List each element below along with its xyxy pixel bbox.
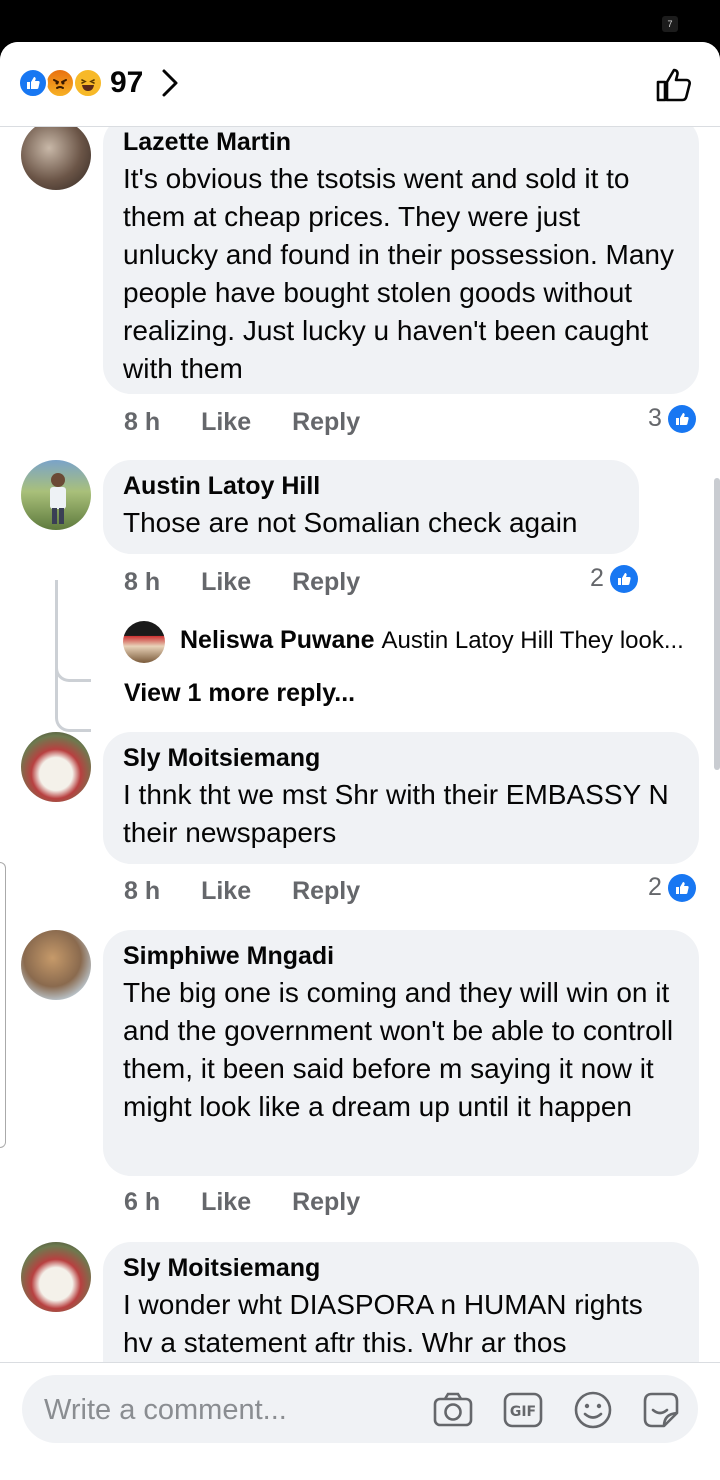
haha-icon[interactable] [73,68,103,98]
status-badge: 7 [662,16,678,32]
comment-bubble: Austin Latoy Hill Those are not Somalian… [103,460,639,554]
comment-text: It's obvious the tsotsis went and sold i… [123,163,674,384]
comment-like-count[interactable]: 3 [648,404,696,433]
comment-text: I thnk tht we mst Shr with their EMBASSY… [123,779,669,848]
comment-author[interactable]: Simphiwe Mngadi [123,940,679,972]
comment-text: I wonder wht DIASPORA n HUMAN rights hv … [123,1289,643,1358]
reply-avatar[interactable] [123,621,165,663]
like-icon [667,873,696,902]
view-more-replies-link[interactable]: View 1 more reply... [124,679,355,708]
reply-button[interactable]: Reply [292,408,360,436]
like-icon [609,564,638,593]
like-button[interactable]: Like [201,568,251,596]
like-button[interactable]: Like [201,408,251,436]
comment-time: 8 h [124,877,161,905]
side-handle[interactable] [0,862,6,1148]
comment-author[interactable]: Sly Moitsiemang [123,1252,679,1284]
comment-actions: 8 h Like Reply [124,877,394,906]
comment-author[interactable]: Austin Latoy Hill [123,470,619,502]
comment-time: 6 h [124,1188,161,1216]
sticker-icon[interactable] [640,1389,682,1431]
comment-author[interactable]: Lazette Martin [123,126,679,158]
comment-actions: 8 h Like Reply [124,408,394,437]
comment-composer[interactable]: GIF [22,1375,698,1443]
comments-sheet: Lazette Martin It's obvious the tsotsis … [0,42,720,1480]
comment-bubble: Simphiwe Mngadi The big one is coming an… [103,930,699,1176]
like-count-value: 2 [590,564,604,592]
avatar[interactable] [21,460,91,530]
comment-like-count[interactable]: 2 [590,564,638,593]
like-button[interactable]: Like [201,1188,251,1216]
avatar[interactable] [21,930,91,1000]
comment-like-count[interactable]: 2 [648,873,696,902]
reply-button[interactable]: Reply [292,1188,360,1216]
reply-author[interactable]: Neliswa Puwane [180,626,375,654]
like-icon[interactable] [654,64,694,104]
like-icon[interactable] [18,68,48,98]
comment-bubble: Lazette Martin It's obvious the tsotsis … [103,116,699,394]
status-bar: 7 [0,0,720,44]
gif-icon[interactable]: GIF [502,1389,544,1431]
like-count-value: 3 [648,404,662,432]
like-icon [667,404,696,433]
comment-actions: 8 h Like Reply [124,568,394,597]
reply-button[interactable]: Reply [292,568,360,596]
comment-author[interactable]: Sly Moitsiemang [123,742,679,774]
like-count-value: 2 [648,873,662,901]
comment-bubble: Sly Moitsiemang I thnk tht we mst Shr wi… [103,732,699,864]
reactions-header: 97 [0,42,720,127]
comment-time: 8 h [124,568,161,596]
like-button[interactable]: Like [201,877,251,905]
comment-time: 8 h [124,408,161,436]
comment-input[interactable] [42,1391,406,1429]
reply-preview[interactable]: Neliswa Puwane Austin Latoy Hill They lo… [180,626,684,655]
avatar[interactable] [21,732,91,802]
reaction-count[interactable]: 97 [110,66,143,100]
svg-text:GIF: GIF [510,1404,536,1420]
comment-text: Those are not Somalian check again [123,507,578,538]
avatar[interactable] [21,1242,91,1312]
camera-icon[interactable] [432,1389,474,1431]
angry-icon[interactable] [45,68,75,98]
comment-composer-bar: GIF [0,1362,720,1480]
reply-text: Austin Latoy Hill They look... [381,627,684,654]
scrollbar[interactable] [714,478,720,770]
comment-actions: 6 h Like Reply [124,1188,394,1217]
reply-button[interactable]: Reply [292,877,360,905]
comment-text: The big one is coming and they will win … [123,977,674,1122]
thread-branch [55,642,91,682]
chevron-right-icon[interactable] [160,65,180,109]
avatar[interactable] [21,120,91,190]
emoji-icon[interactable] [572,1389,614,1431]
